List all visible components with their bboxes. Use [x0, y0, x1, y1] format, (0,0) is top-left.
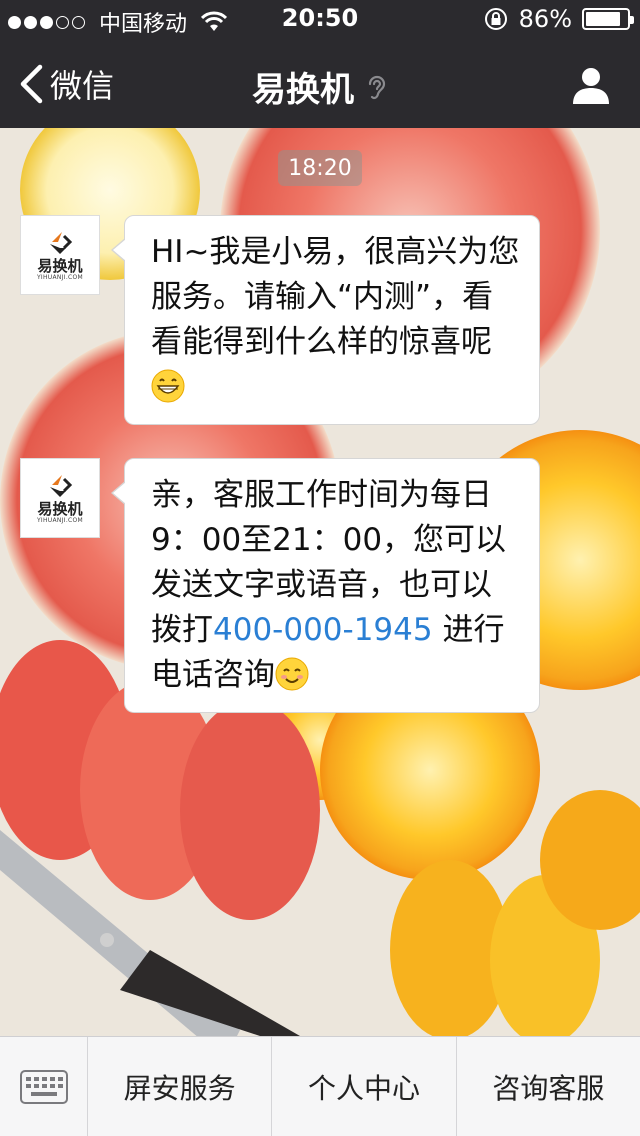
avatar-logo-subtext: YIHUANJI.COM: [36, 516, 84, 524]
message-bubble[interactable]: HI~我是小易，很高兴为您服务。请输入“内测”，看看能得到什么样的惊喜呢: [111, 215, 540, 425]
message-text: HI~我是小易，很高兴为您服务。请输入“内测”，看看能得到什么样的惊喜呢: [151, 234, 520, 360]
bottom-menu-bar: 屏安服务 个人中心 咨询客服: [0, 1036, 640, 1136]
avatar-logo-text: 易换机: [37, 256, 83, 275]
battery-icon: [582, 8, 634, 30]
message-bubble[interactable]: 亲，客服工作时间为每日9：00至21：00，您可以发送文字或语音，也可以拨打40…: [111, 458, 540, 713]
avatar[interactable]: 易换机 YIHUANJI.COM: [20, 458, 100, 538]
menu-item-personal-center[interactable]: 个人中心: [272, 1037, 457, 1136]
yihuanji-logo-icon: [50, 231, 73, 254]
avatar-logo-subtext: YIHUANJI.COM: [36, 273, 84, 281]
page-title: 易换机: [252, 70, 354, 110]
status-bar: 中国移动 20:50 86%: [0, 0, 640, 40]
yihuanji-logo-icon: [50, 474, 73, 497]
ear-icon: [368, 75, 386, 99]
battery-percent: 86%: [518, 5, 572, 33]
rotation-lock-icon: [484, 8, 507, 30]
keyboard-toggle-button[interactable]: [0, 1037, 88, 1136]
message-timestamp: 18:20: [278, 150, 362, 186]
grinning-face-emoji-icon: [151, 369, 185, 403]
menu-item-customer-service[interactable]: 咨询客服: [457, 1037, 640, 1136]
smiling-face-emoji-icon: [275, 657, 309, 691]
menu-item-screen-service[interactable]: 屏安服务: [88, 1037, 273, 1136]
navigation-bar: 微信 易换机: [0, 40, 640, 128]
avatar-logo-text: 易换机: [37, 499, 83, 518]
keyboard-icon: [19, 1069, 68, 1104]
avatar[interactable]: 易换机 YIHUANJI.COM: [20, 215, 100, 295]
profile-icon[interactable]: [570, 64, 612, 106]
phone-number-link[interactable]: 400-000-1945: [213, 612, 433, 648]
